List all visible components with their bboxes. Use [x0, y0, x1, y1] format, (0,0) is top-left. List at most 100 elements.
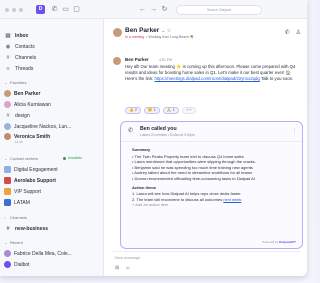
reaction-pray[interactable]: 🙏 1: [162, 107, 179, 114]
app-window: D ✆ ▭ ▢ ← → ↻ Search Dialpad ▤ Inbox ◉ C…: [0, 0, 307, 276]
threads-icon: ≡: [6, 65, 10, 72]
card-title: Ben called you: [140, 126, 177, 132]
recent-section-header[interactable]: ⌄ Recent: [4, 240, 23, 245]
channel-status: In a meeting • Working from Long Beach 🌴: [125, 35, 194, 39]
phone-icon: ✆: [128, 128, 134, 134]
meeting-link[interactable]: https://meetings.dialpad.com/room/dialpa…: [154, 76, 259, 81]
conversation-pane: Ben Parker ⌄ ☆ In a meeting • Working fr…: [105, 19, 307, 276]
video-icon[interactable]: ▢: [72, 5, 81, 14]
sidebar-item-ben-parker[interactable]: Ben Parker: [4, 89, 40, 98]
section-label: Recent: [10, 240, 23, 245]
back-icon[interactable]: ←: [138, 5, 147, 14]
top-bar: D ✆ ▭ ▢ ← → ↻ Search Dialpad: [0, 0, 307, 19]
contact-center-icon: [4, 188, 11, 195]
sidebar-item-jacqueline[interactable]: Jacqueline Nackos, Lun...: [4, 122, 71, 131]
sidebar-item-label: VIP Support: [14, 188, 41, 195]
message-input[interactable]: New message: [115, 255, 140, 260]
sidebar-item-vip-support[interactable]: VIP Support: [4, 187, 41, 196]
more-options-icon[interactable]: ⋮: [292, 128, 297, 134]
avatar: [4, 123, 11, 130]
channel-title[interactable]: Ben Parker ⌄ ☆: [125, 27, 171, 34]
call-icon[interactable]: ✆: [285, 29, 290, 36]
sidebar-item-label: Digital Engagement: [14, 166, 58, 173]
action-item-text: 2. The team will reconvene to discuss al…: [132, 196, 224, 202]
maximize-window-dot[interactable]: [19, 8, 23, 12]
available-dot-icon: [63, 156, 66, 160]
sidebar-item-fabrice[interactable]: Fabrice Della Mea, Cole...: [4, 249, 72, 258]
powered-by: Powered by DialpadGPT: [262, 240, 296, 244]
sidebar-item-label: LATAM: [14, 199, 30, 206]
sidebar-item-digital-engagement[interactable]: Digital Engagement: [4, 165, 58, 174]
sidebar-item-label: Dialbot: [14, 261, 30, 268]
next-week-link[interactable]: next week: [223, 197, 241, 202]
avatar[interactable]: [113, 57, 121, 65]
section-label: Favorites: [10, 80, 27, 85]
message-body: Hey all! Our team meeting ⭐ is coming up…: [125, 64, 297, 82]
sidebar-item-contacts[interactable]: ◉ Contacts: [4, 42, 35, 51]
sidebar-item-label: Channels: [15, 54, 37, 61]
channel-actions: ✆ ♙: [285, 29, 301, 36]
avatar: [4, 101, 11, 108]
composer-tools: ⊞ ☺: [115, 265, 130, 271]
add-person-icon[interactable]: ♙: [296, 29, 301, 36]
card-subtitle: Lasted 23 minutes • Ended at 3:30pm: [140, 133, 196, 137]
sidebar-item-alicia[interactable]: Alicia Kurniawan: [4, 100, 51, 109]
phone-icon[interactable]: ✆: [50, 5, 59, 14]
sidebar-item-design[interactable]: # design: [4, 111, 30, 120]
hash-icon: #: [6, 225, 10, 232]
sidebar-item-label: Alicia Kurniawan: [14, 101, 51, 108]
status-live: In a meeting: [125, 35, 145, 39]
sidebar-item-label: Fabrice Della Mea, Cole...: [14, 250, 72, 257]
star-icon[interactable]: ⌄ ☆: [161, 28, 171, 34]
chat-icon[interactable]: ▭: [61, 5, 70, 14]
sidebar-item-label: Ben Parker: [14, 90, 41, 97]
sidebar: ▤ Inbox ◉ Contacts # Channels ≡ Threads …: [0, 19, 104, 276]
channels-section-header[interactable]: › Channels: [4, 215, 27, 220]
action-items-heading: Action items: [132, 184, 157, 190]
status-text: • Working from Long Beach 🌴: [146, 35, 195, 39]
card-body: Summary • The Twin Peaks Property team m…: [132, 147, 298, 208]
reactions: 👍 2 🙂 1 🙏 1 ☺+: [125, 107, 196, 114]
avatar[interactable]: [113, 28, 122, 37]
favorites-section-header[interactable]: ⌄ Favorites: [4, 80, 26, 85]
availability-status[interactable]: Available: [63, 156, 82, 160]
reaction-thumbs-up[interactable]: 👍 2: [125, 107, 141, 114]
attach-icon[interactable]: ⊞: [115, 265, 119, 271]
section-label: Contact centers: [10, 156, 39, 161]
close-window-dot[interactable]: [5, 8, 9, 12]
powered-by-brand: DialpadGPT: [278, 240, 296, 244]
forward-icon[interactable]: →: [149, 5, 158, 14]
reaction-smile[interactable]: 🙂 1: [143, 107, 160, 114]
message-time: 4:51 PM: [159, 58, 173, 62]
sidebar-item-new-business[interactable]: # new-business: [4, 224, 48, 233]
refresh-icon[interactable]: ↻: [160, 5, 169, 14]
search-input[interactable]: Search Dialpad: [176, 5, 262, 15]
message-text: Talk to you soon.: [259, 76, 294, 81]
add-reaction-button[interactable]: ☺+: [181, 107, 196, 114]
contact-center-icon: [4, 199, 11, 206]
sidebar-item-veronica[interactable]: Veronica Smith: [4, 132, 50, 141]
sidebar-item-inbox[interactable]: ▤ Inbox: [4, 31, 28, 40]
sidebar-item-threads[interactable]: ≡ Threads: [4, 64, 33, 73]
message-author[interactable]: Ben Parker: [125, 57, 149, 62]
sidebar-item-label: design: [15, 112, 30, 119]
dialpad-logo-icon[interactable]: D: [36, 5, 45, 14]
minimize-window-dot[interactable]: [12, 8, 16, 12]
sidebar-item-label: new-business: [15, 225, 49, 232]
message-composer[interactable]: New message ⊞ ☺: [113, 251, 301, 273]
sidebar-item-aerolabs[interactable]: Aerolabs Support: [4, 176, 56, 185]
sidebar-item-label: Jacqueline Nackos, Lun...: [14, 123, 72, 130]
action-item-text: .: [241, 196, 243, 202]
sidebar-item-dialbot[interactable]: Dialbot: [4, 260, 30, 269]
avatar: [4, 250, 11, 257]
call-summary-card: ✆ Ben called you Lasted 23 minutes • End…: [120, 121, 303, 249]
sidebar-item-channels[interactable]: # Channels: [4, 53, 36, 62]
message-text: Hey all! Our team meeting ⭐ is coming up…: [125, 64, 296, 75]
sidebar-item-label: Aerolabs Support: [14, 177, 56, 184]
contact-center-icon: [4, 166, 11, 173]
avatar: [4, 133, 11, 140]
contact-centers-section-header[interactable]: ⌄ Contact centers: [4, 156, 38, 161]
emoji-icon[interactable]: ☺: [125, 265, 130, 271]
sidebar-item-latam[interactable]: LATAM: [4, 198, 30, 207]
add-action-item-button[interactable]: + Add an action item: [132, 202, 298, 208]
